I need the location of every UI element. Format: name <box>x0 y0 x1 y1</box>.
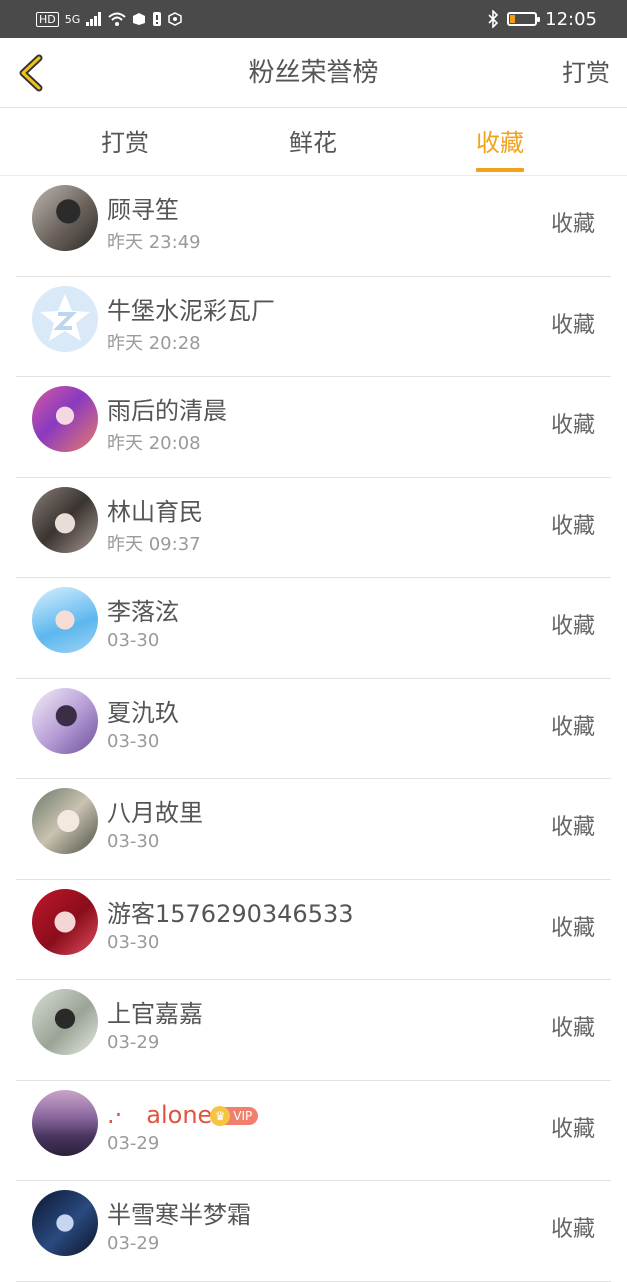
fan-time: 03-29 <box>107 1032 160 1053</box>
list-item[interactable]: 夏氿玖 03-30 收藏 <box>0 679 627 779</box>
fan-list: 顾寻笙 昨天 23:49 收藏 牛堡水泥彩瓦厂 昨天 20:28 收藏 雨后的清… <box>0 176 627 1282</box>
fan-action: 收藏 <box>550 1016 595 1041</box>
fan-name: .· alone ♛ VIP <box>107 1095 259 1130</box>
fan-time: 昨天 20:08 <box>107 433 201 454</box>
fan-action: 收藏 <box>550 1217 595 1242</box>
fan-action: 收藏 <box>550 614 595 639</box>
fan-action: 收藏 <box>550 714 595 740</box>
network-icon: 5G <box>64 12 81 26</box>
avatar[interactable] <box>32 1190 98 1256</box>
signal-icon <box>86 12 102 26</box>
box-icon <box>133 13 146 25</box>
fan-action: 收藏 <box>550 413 595 438</box>
default-avatar-icon <box>40 293 90 341</box>
avatar[interactable] <box>32 587 98 653</box>
fan-name: 李落泫 <box>107 598 179 626</box>
status-icons-right: 12:05 <box>487 9 597 30</box>
fan-name: 游客1576290346533 <box>107 899 354 928</box>
tab-bar: 打赏 鲜花 收藏 <box>0 108 627 176</box>
status-icons-left: HD 5G <box>36 11 183 27</box>
avatar[interactable] <box>32 888 98 955</box>
nav-bar: 粉丝荣誉榜 打赏 <box>0 38 627 108</box>
list-item[interactable]: 半雪寒半梦霜 03-29 收藏 <box>0 1181 627 1282</box>
fan-action: 收藏 <box>550 513 595 539</box>
bluetooth-icon <box>488 10 499 28</box>
tab-active-indicator <box>476 168 524 172</box>
fan-time: 昨天 20:28 <box>107 332 201 354</box>
fan-time: 昨天 23:49 <box>107 232 201 253</box>
fan-time: 03-29 <box>107 1233 160 1254</box>
tab-flowers[interactable]: 鲜花 <box>289 108 337 176</box>
list-item[interactable]: .· alone ♛ VIP 03-29 收藏 <box>0 1081 627 1181</box>
fan-name: 半雪寒半梦霜 <box>107 1201 251 1229</box>
fan-action: 收藏 <box>550 312 595 338</box>
fan-name: 牛堡水泥彩瓦厂 <box>107 296 275 325</box>
fan-name: 雨后的清晨 <box>107 397 227 425</box>
list-item[interactable]: 游客1576290346533 03-30 收藏 <box>0 880 627 980</box>
fan-time: 03-30 <box>107 630 160 651</box>
fan-time: 昨天 09:37 <box>107 533 201 555</box>
tab-reward[interactable]: 打赏 <box>101 108 149 176</box>
avatar[interactable] <box>32 1089 98 1156</box>
tab-label: 鲜花 <box>289 129 337 157</box>
fan-name: 林山育民 <box>107 497 203 526</box>
fan-action: 收藏 <box>550 915 595 941</box>
fan-name-text: .· alone <box>107 1100 213 1129</box>
tab-collect[interactable]: 收藏 <box>476 108 524 176</box>
list-item[interactable]: 雨后的清晨 昨天 20:08 收藏 <box>0 377 627 478</box>
vip-label: VIP <box>233 1108 253 1123</box>
list-item[interactable]: 顾寻笙 昨天 23:49 收藏 <box>0 176 627 277</box>
avatar[interactable] <box>32 386 98 452</box>
avatar[interactable] <box>32 285 98 352</box>
fan-name: 八月故里 <box>107 799 203 827</box>
reward-button[interactable]: 打赏 <box>562 38 610 108</box>
fan-time: 03-29 <box>107 1132 160 1154</box>
tab-label: 打赏 <box>101 129 149 157</box>
avatar[interactable] <box>32 687 98 754</box>
fan-time: 03-30 <box>107 831 160 852</box>
crown-icon: ♛ <box>210 1105 231 1126</box>
list-item[interactable]: 上官嘉嘉 03-29 收藏 <box>0 980 627 1081</box>
fan-action: 收藏 <box>550 1116 595 1142</box>
alert-icon <box>153 12 162 26</box>
page-title: 粉丝荣誉榜 <box>248 58 379 88</box>
fan-action: 收藏 <box>550 815 595 840</box>
avatar[interactable] <box>32 989 98 1055</box>
fan-name: 上官嘉嘉 <box>107 1000 203 1028</box>
hd-icon: HD <box>36 11 59 27</box>
tab-label: 收藏 <box>476 129 524 157</box>
list-item[interactable]: 李落泫 03-30 收藏 <box>0 578 627 679</box>
list-item[interactable]: 牛堡水泥彩瓦厂 昨天 20:28 收藏 <box>0 277 627 377</box>
avatar[interactable] <box>32 486 98 553</box>
fan-name: 顾寻笙 <box>107 196 179 224</box>
vip-badge: ♛ VIP <box>210 1105 259 1126</box>
status-bar: HD 5G 12:05 <box>0 0 627 38</box>
wifi-icon <box>108 12 126 26</box>
location-icon <box>168 12 183 26</box>
list-item[interactable]: 林山育民 昨天 09:37 收藏 <box>0 478 627 578</box>
divider <box>16 1280 611 1282</box>
fan-name: 夏氿玖 <box>107 698 179 727</box>
fan-time: 03-30 <box>107 730 160 752</box>
avatar[interactable] <box>32 185 98 251</box>
list-item[interactable]: 八月故里 03-30 收藏 <box>0 779 627 880</box>
fan-action: 收藏 <box>550 212 595 237</box>
battery-icon <box>507 12 541 26</box>
fan-time: 03-30 <box>107 931 160 953</box>
avatar[interactable] <box>32 788 98 854</box>
status-time: 12:05 <box>545 8 597 30</box>
